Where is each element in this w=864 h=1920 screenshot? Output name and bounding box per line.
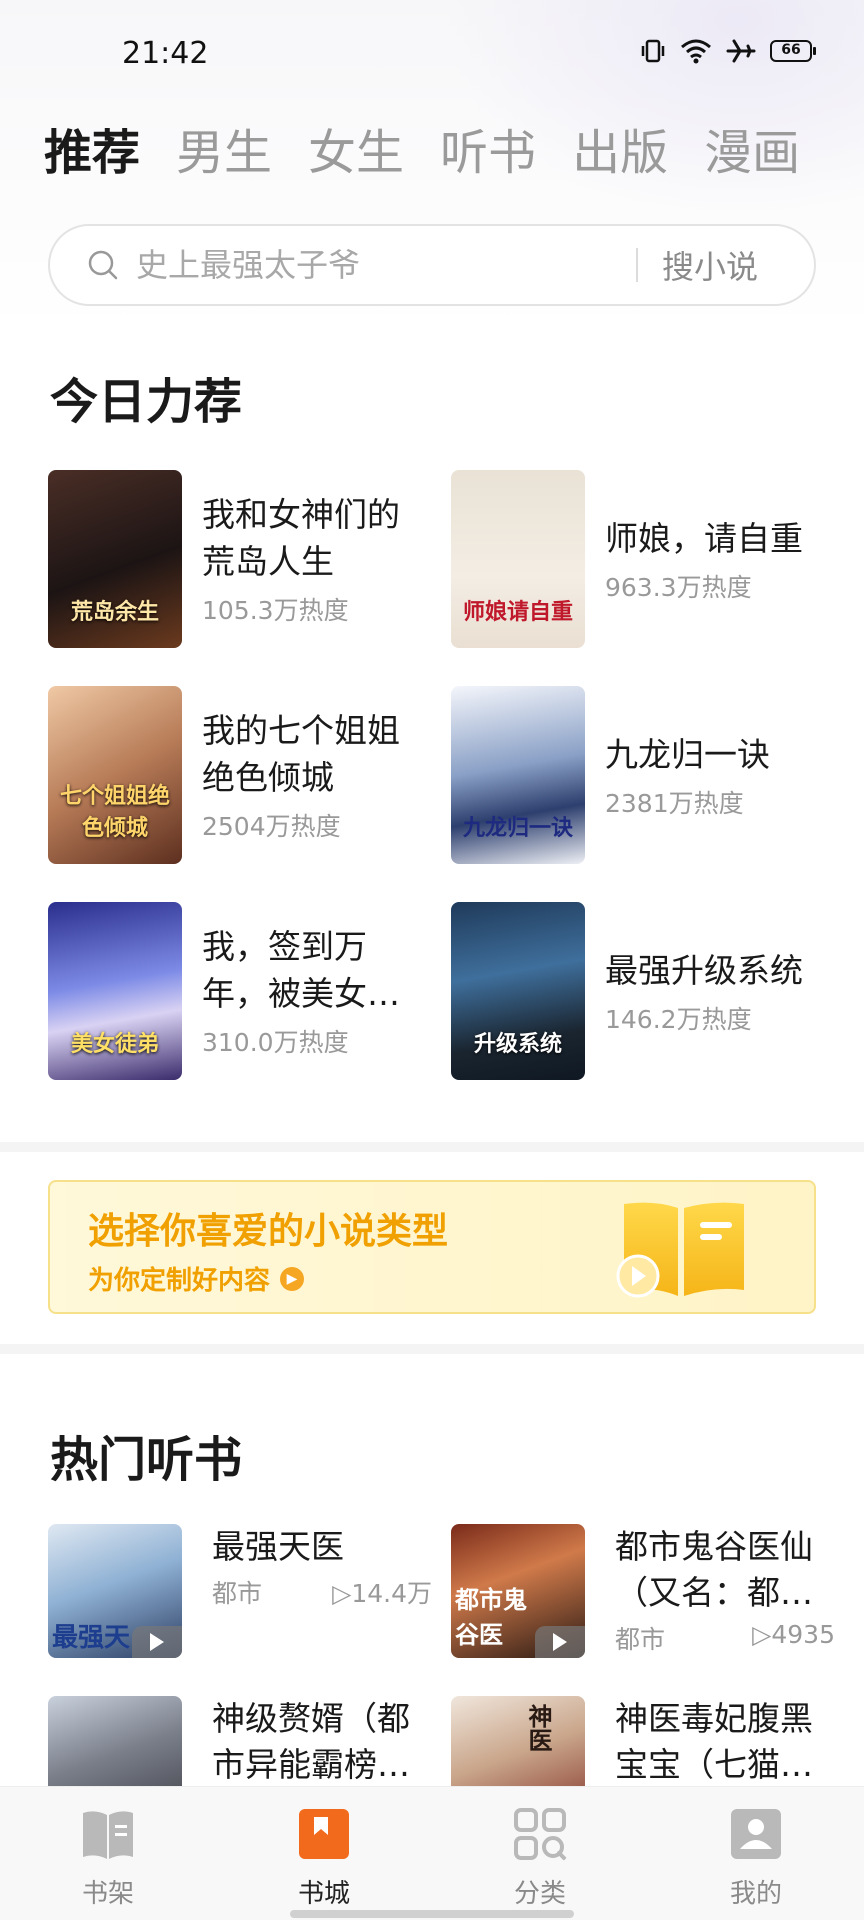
book-title: 我，签到万年，被美女…: [202, 927, 400, 1013]
book-item[interactable]: 荒岛余生 我和女神们的荒岛人生 105.3万热度: [48, 470, 428, 648]
battery-icon: 66: [770, 40, 816, 62]
bookstore-icon: [299, 1809, 349, 1859]
profile-icon: [731, 1809, 781, 1859]
book-cover: 荒岛余生: [48, 470, 182, 648]
vibrate-icon: [641, 39, 665, 63]
tab-recommend[interactable]: 推荐: [38, 118, 140, 188]
tab-publish[interactable]: 出版: [572, 118, 668, 188]
category-tabs: 推荐 男生 女生 听书 出版 漫画: [38, 118, 836, 188]
status-bar: 21:42 66: [0, 0, 864, 110]
nav-label: 书架: [81, 1879, 134, 1909]
book-item[interactable]: 美女徒弟 我，签到万年，被美女… 310.0万热度: [48, 902, 428, 1080]
status-time: 21:42: [122, 36, 209, 71]
audiobook-title: 神级赘婿（都市异能霸榜…: [212, 1699, 410, 1784]
nav-label: 我的: [729, 1879, 782, 1909]
audiobook-item[interactable]: 最强天 最强天医 都市 ▷14.4万: [48, 1524, 432, 1658]
book-cover: 美女徒弟: [48, 902, 182, 1080]
status-icons: 66: [640, 38, 816, 64]
book-heat: 310.0万热度: [202, 1028, 349, 1057]
wifi-icon: [681, 39, 711, 64]
book-item[interactable]: 升级系统 最强升级系统 146.2万热度: [451, 902, 831, 1080]
audiobook-category: 都市: [615, 1625, 666, 1654]
book-title: 九龙归一诀: [605, 734, 770, 774]
bottom-navigation: 书架 书城 分类 我的: [0, 1786, 864, 1920]
book-title: 最强升级系统: [605, 950, 803, 990]
arrow-right-icon: ▶: [280, 1266, 305, 1291]
book-item[interactable]: 师娘请自重 师娘，请自重 963.3万热度: [451, 470, 831, 648]
banner-subtitle: 为你定制好内容 ▶: [88, 1260, 305, 1297]
audiobook-item[interactable]: 都市鬼谷医 都市鬼谷医仙（又名：都… 都市 ▷4935: [451, 1524, 835, 1658]
book-heat: 963.3万热度: [605, 572, 752, 602]
section-separator: [0, 1344, 864, 1354]
book-heat: 2381万热度: [605, 788, 744, 818]
open-book-icon: [616, 1202, 744, 1298]
book-heat: 2504万热度: [202, 812, 341, 841]
play-icon: [132, 1626, 182, 1658]
book-item[interactable]: 七个姐姐绝色倾城 我的七个姐姐绝色倾城 2504万热度: [48, 686, 428, 864]
category-icon: [514, 1808, 567, 1861]
bookshelf-icon: [83, 1811, 133, 1859]
book-cover: 升级系统: [451, 902, 585, 1080]
tab-male[interactable]: 男生: [176, 118, 272, 188]
book-cover: 九龙归一诀: [451, 686, 585, 864]
audiobook-title: 最强天医: [212, 1527, 344, 1566]
nav-bookshelf[interactable]: 书架: [0, 1787, 216, 1920]
nav-category[interactable]: 分类: [432, 1787, 648, 1920]
search-divider: [636, 248, 638, 282]
airplane-icon: [726, 39, 756, 63]
banner-title: 选择你喜爱的小说类型: [88, 1211, 449, 1252]
section-title-audiobooks: 热门听书: [50, 1432, 243, 1488]
audiobook-category: 都市: [212, 1579, 263, 1608]
search-icon: [88, 250, 118, 280]
nav-bookstore[interactable]: 书城: [216, 1787, 432, 1920]
audiobook-cover: 最强天: [48, 1524, 182, 1658]
book-title: 我和女神们的荒岛人生: [202, 495, 400, 581]
book-item[interactable]: 九龙归一诀 九龙归一诀 2381万热度: [451, 686, 831, 864]
search-bar[interactable]: 搜小说: [48, 224, 816, 306]
tab-female[interactable]: 女生: [308, 118, 404, 188]
book-cover: 师娘请自重: [451, 470, 585, 648]
section-separator: [0, 1142, 864, 1152]
book-cover: 七个姐姐绝色倾城: [48, 686, 182, 864]
search-input[interactable]: [136, 246, 636, 284]
audiobook-title: 都市鬼谷医仙（又名：都…: [615, 1527, 813, 1612]
tab-audiobook[interactable]: 听书: [440, 118, 536, 188]
tab-comic[interactable]: 漫画: [704, 118, 800, 188]
book-heat: 105.3万热度: [202, 596, 349, 625]
audiobook-cover: 都市鬼谷医: [451, 1524, 585, 1658]
book-title: 师娘，请自重: [605, 518, 803, 558]
audiobook-title: 神医毒妃腹黑宝宝（七猫…: [615, 1699, 813, 1784]
book-title: 我的七个姐姐绝色倾城: [202, 711, 400, 797]
genre-preference-banner[interactable]: 选择你喜爱的小说类型 为你定制好内容 ▶: [48, 1180, 816, 1314]
audiobook-plays: ▷4935: [752, 1620, 835, 1649]
home-indicator: [290, 1910, 574, 1918]
audiobook-plays: ▷14.4万: [332, 1579, 432, 1608]
play-icon: [535, 1626, 585, 1658]
nav-profile[interactable]: 我的: [648, 1787, 864, 1920]
section-title-recommend: 今日力荐: [50, 374, 243, 430]
nav-label: 分类: [513, 1879, 566, 1909]
nav-label: 书城: [297, 1879, 350, 1909]
book-heat: 146.2万热度: [605, 1004, 752, 1034]
search-button[interactable]: 搜小说: [662, 242, 758, 288]
